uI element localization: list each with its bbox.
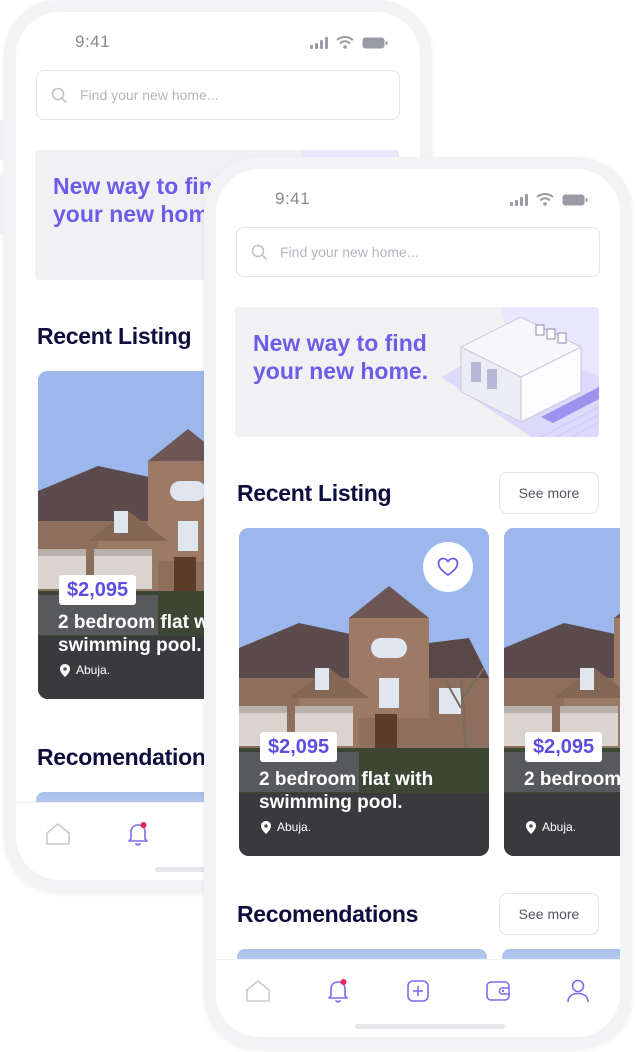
search-input[interactable] bbox=[80, 87, 360, 103]
bell-icon bbox=[128, 822, 148, 846]
tab-bar bbox=[216, 959, 620, 1037]
user-icon bbox=[567, 979, 589, 1003]
status-icons bbox=[310, 36, 388, 49]
front-phone-mockup: 9:41 New way to find your new home. Rece… bbox=[204, 157, 632, 1049]
battery-icon bbox=[562, 194, 588, 205]
front-phone-screen: 9:41 New way to find your new home. Rece… bbox=[216, 169, 620, 1037]
house-illustration bbox=[441, 307, 599, 437]
listing-price: $2,095 bbox=[525, 732, 603, 762]
listing-location: Abuja. bbox=[261, 820, 311, 834]
plus-square-icon bbox=[407, 980, 429, 1002]
wifi-icon bbox=[336, 36, 354, 49]
signal-icon bbox=[510, 193, 528, 206]
phone-side-button bbox=[0, 120, 4, 160]
listing-location: Abuja. bbox=[60, 663, 110, 677]
listing-title: 2 bedroom flat with swimming pool. bbox=[524, 769, 620, 790]
tab-notifications[interactable] bbox=[323, 976, 353, 1006]
see-more-button[interactable]: See more bbox=[499, 472, 599, 514]
location-text: Abuja. bbox=[542, 820, 577, 834]
signal-icon bbox=[310, 36, 328, 49]
search-bar[interactable] bbox=[36, 70, 400, 120]
status-icons bbox=[510, 193, 588, 206]
status-time: 9:41 bbox=[75, 32, 111, 51]
tab-wallet[interactable] bbox=[483, 976, 513, 1006]
wifi-icon bbox=[536, 193, 554, 206]
section-title: Recomendations bbox=[237, 900, 419, 927]
search-input[interactable] bbox=[280, 244, 560, 260]
promo-banner: New way to find your new home. bbox=[235, 307, 599, 437]
search-bar[interactable] bbox=[236, 227, 600, 277]
status-time: 9:41 bbox=[275, 189, 311, 208]
tab-home[interactable] bbox=[43, 819, 73, 849]
see-more-button[interactable]: See more bbox=[499, 893, 599, 935]
listing-card[interactable]: $2,095 2 bedroom flat with swimming pool… bbox=[239, 528, 489, 856]
listing-price: $2,095 bbox=[59, 575, 137, 605]
tab-profile[interactable] bbox=[563, 976, 593, 1006]
section-title: Recomendations bbox=[37, 743, 219, 770]
listing-title: 2 bedroom flat with swimming pool. bbox=[259, 769, 434, 813]
search-icon bbox=[251, 244, 268, 260]
recommendations-header: Recomendations See more bbox=[237, 893, 599, 935]
location-text: Abuja. bbox=[76, 663, 111, 677]
tab-add[interactable] bbox=[403, 976, 433, 1006]
heart-icon bbox=[437, 557, 459, 576]
section-title: Recent Listing bbox=[37, 322, 192, 349]
search-icon bbox=[51, 87, 68, 103]
home-indicator bbox=[355, 1024, 505, 1029]
tab-notifications[interactable] bbox=[123, 819, 153, 849]
listing-location: Abuja. bbox=[526, 820, 576, 834]
battery-icon bbox=[362, 37, 388, 48]
status-bar: 9:41 bbox=[216, 169, 620, 229]
listing-card[interactable]: $2,095 2 bedroom flat with swimming pool… bbox=[504, 528, 620, 856]
listing-price: $2,095 bbox=[260, 732, 338, 762]
phone-side-button bbox=[0, 175, 4, 235]
status-bar: 9:41 bbox=[16, 12, 420, 72]
bell-icon bbox=[328, 979, 348, 1003]
location-pin-icon bbox=[261, 820, 271, 834]
favorite-button[interactable] bbox=[423, 542, 473, 592]
home-icon bbox=[246, 980, 270, 1002]
recent-listing-header: Recent Listing See more bbox=[237, 472, 599, 514]
section-title: Recent Listing bbox=[237, 479, 392, 506]
listing-photo bbox=[504, 528, 620, 856]
banner-title: New way to find your new home. bbox=[253, 330, 429, 384]
location-pin-icon bbox=[60, 663, 70, 677]
wallet-icon bbox=[486, 981, 510, 1001]
home-icon bbox=[46, 823, 70, 845]
tab-home[interactable] bbox=[243, 976, 273, 1006]
location-text: Abuja. bbox=[277, 820, 312, 834]
location-pin-icon bbox=[526, 820, 536, 834]
